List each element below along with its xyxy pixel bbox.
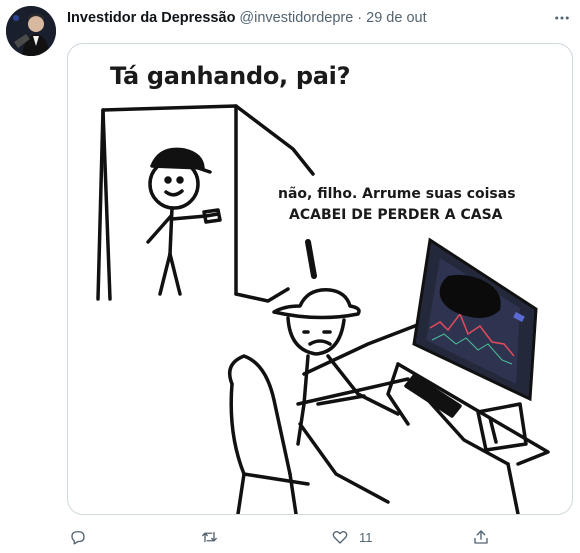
more-icon xyxy=(555,16,569,20)
tweet-header: Investidor da Depressão @investidordepre… xyxy=(67,8,427,28)
meme-drawing xyxy=(96,104,550,514)
tweet-actions: 11 xyxy=(67,525,573,549)
retweet-button[interactable] xyxy=(200,525,219,549)
author-handle[interactable]: @investidordepre xyxy=(239,10,353,26)
author-display-name[interactable]: Investidor da Depressão xyxy=(67,10,235,26)
share-icon xyxy=(474,530,488,544)
meme-caption-line-1: não, filho. Arrume suas coisas xyxy=(278,186,516,202)
avatar[interactable] xyxy=(6,6,56,56)
share-button[interactable] xyxy=(472,525,490,549)
meme-caption-top: Tá ganhando, pai? xyxy=(110,62,351,90)
retweet-icon xyxy=(202,531,217,543)
tweet: Investidor da Depressão @investidordepre… xyxy=(0,0,580,553)
tweet-timestamp[interactable]: 29 de out xyxy=(366,10,426,26)
like-count: 11 xyxy=(359,529,373,545)
meme-caption-line-2: ACABEI DE PERDER A CASA xyxy=(289,207,503,223)
reply-icon xyxy=(71,531,85,545)
tweet-media[interactable]: Tá ganhando, pai? não, filho. Arrume sua… xyxy=(67,43,573,515)
like-button[interactable]: 11 xyxy=(331,525,373,549)
reply-button[interactable] xyxy=(69,525,87,549)
separator-dot: · xyxy=(357,10,363,26)
more-options-button[interactable] xyxy=(551,8,573,28)
heart-icon xyxy=(332,530,348,544)
avatar-image xyxy=(6,6,56,56)
